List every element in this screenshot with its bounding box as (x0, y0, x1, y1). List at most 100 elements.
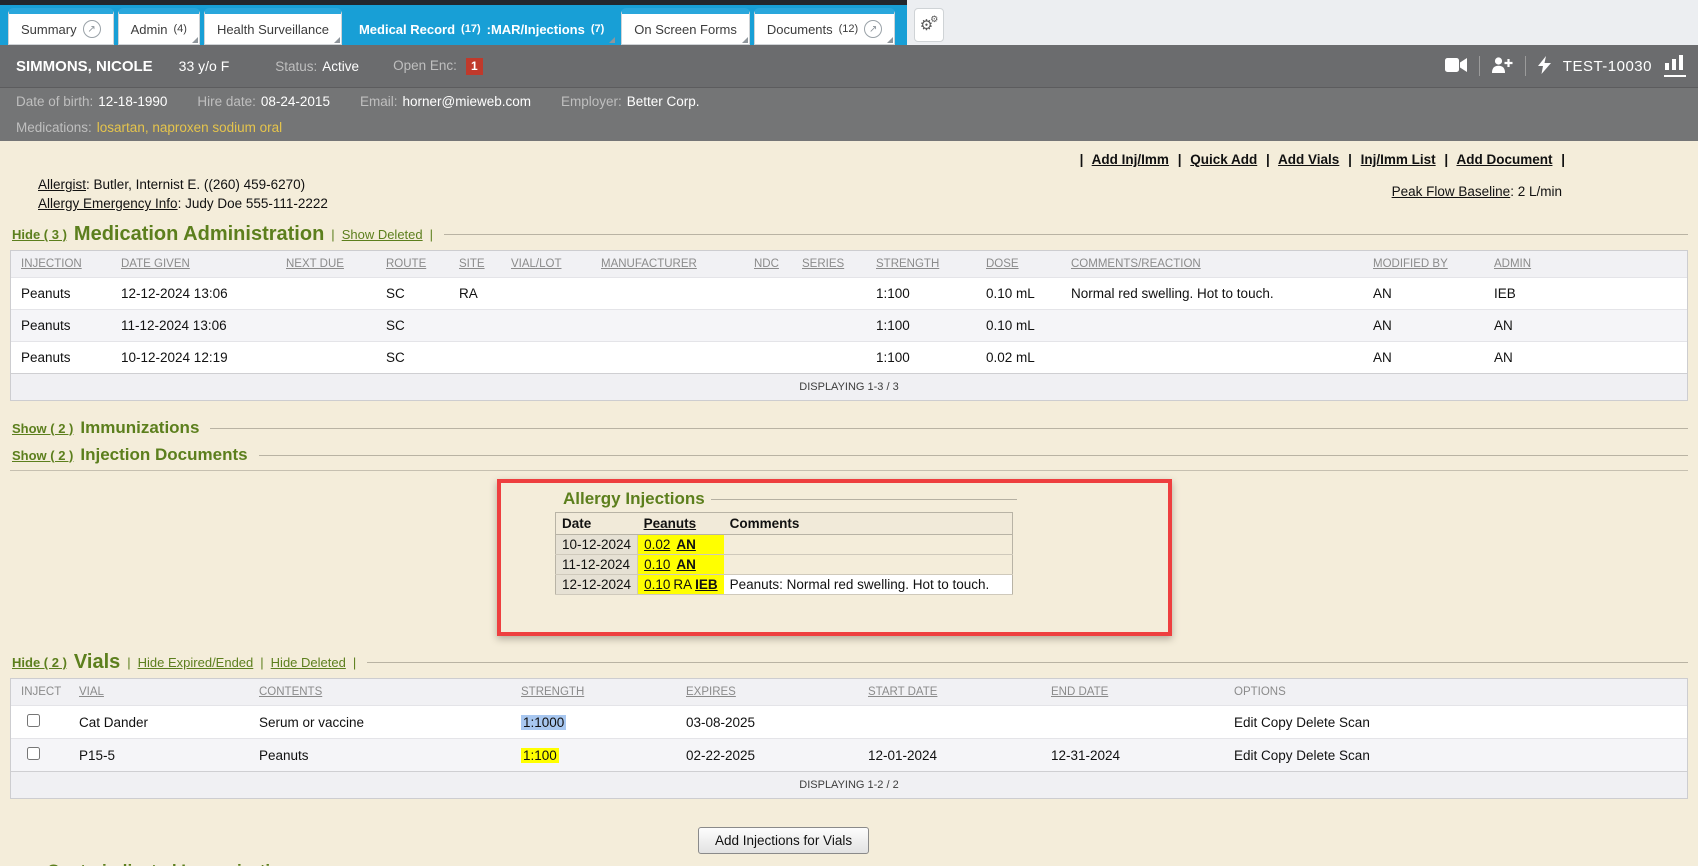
show-deleted-link[interactable]: Show Deleted (342, 227, 423, 242)
peak-flow-label[interactable]: Peak Flow Baseline (1392, 184, 1511, 199)
medications-label: Medications: (16, 120, 92, 135)
col-next-due[interactable]: NEXT DUE (276, 251, 376, 278)
popout-icon[interactable]: ↗ (864, 20, 882, 38)
hide-deleted-link[interactable]: Hide Deleted (271, 655, 346, 670)
quick-add-link[interactable]: Quick Add (1190, 152, 1257, 167)
med-admin-table: INJECTION DATE GIVEN NEXT DUE ROUTE SITE… (10, 250, 1688, 401)
allergy-injection-row: 10-12-2024 0.02AN (556, 535, 1013, 555)
hide-expired-ended-link[interactable]: Hide Expired/Ended (138, 655, 254, 670)
dob-value: 12-18-1990 (98, 94, 167, 109)
tab-documents[interactable]: Documents (12) ↗ (754, 8, 895, 45)
tab-medical-record-label: Medical Record (359, 22, 455, 37)
vial-options-links[interactable]: Edit Copy Delete Scan (1224, 706, 1687, 739)
gear-small-icon: ⚙ (930, 15, 938, 24)
video-camera-icon[interactable] (1445, 58, 1467, 75)
inject-checkbox[interactable] (27, 714, 40, 727)
add-person-icon[interactable] (1492, 57, 1513, 76)
inject-checkbox[interactable] (27, 747, 40, 760)
patient-id: TEST-10030 (1563, 58, 1652, 75)
popout-icon[interactable]: ↗ (83, 20, 101, 38)
patient-age-sex: 33 y/o F (179, 58, 230, 74)
employer-value: Better Corp. (627, 94, 700, 109)
peak-flow-value: 2 L/min (1518, 184, 1562, 199)
dose-link[interactable]: 0.10 (644, 577, 670, 592)
tab-health-surveillance[interactable]: Health Surveillance (204, 8, 342, 45)
vial-row: P15-5 Peanuts 1:100 02-22-2025 12-01-202… (11, 739, 1687, 772)
med-admin-header-row: INJECTION DATE GIVEN NEXT DUE ROUTE SITE… (11, 251, 1687, 278)
lightning-bolt-icon[interactable] (1538, 56, 1551, 77)
col-injection[interactable]: INJECTION (11, 251, 111, 278)
tab-admin[interactable]: Admin (4) (118, 8, 200, 45)
allergy-contact-info: Allergist: Butler, Internist E. ((260) 4… (38, 175, 328, 213)
add-vials-link[interactable]: Add Vials (1278, 152, 1339, 167)
tab-summary[interactable]: Summary ↗ (8, 8, 114, 45)
section-rule (711, 499, 1017, 500)
col-modified-by[interactable]: MODIFIED BY (1363, 251, 1484, 278)
col-site[interactable]: SITE (449, 251, 501, 278)
tab-on-screen-forms-label: On Screen Forms (634, 22, 737, 37)
col-peanuts[interactable]: Peanuts (638, 513, 724, 535)
col-dose[interactable]: DOSE (976, 251, 1061, 278)
dose-link[interactable]: 0.02 (644, 537, 670, 552)
tab-documents-label: Documents (767, 22, 833, 37)
chart-tab-bar: Summary ↗ Admin (4) Health Surveillance … (0, 0, 1698, 45)
col-strength[interactable]: STRENGTH (866, 251, 976, 278)
add-injections-for-vials-button[interactable]: Add Injections for Vials (698, 827, 869, 854)
table-row: Peanuts12-12-2024 13:06SCRA1:1000.10 mLN… (11, 278, 1687, 310)
flowsheet-chart-icon[interactable] (1664, 55, 1686, 77)
open-enc-label: Open Enc: (393, 58, 457, 73)
col-ndc[interactable]: NDC (744, 251, 792, 278)
col-comments[interactable]: COMMENTS/REACTION (1061, 251, 1363, 278)
col-end-date[interactable]: END DATE (1041, 679, 1224, 706)
strength-highlighted: 1:100 (521, 748, 559, 763)
tab-summary-label: Summary (21, 22, 77, 37)
allergist-value: Butler, Internist E. ((260) 459-6270) (94, 177, 306, 192)
tab-on-screen-forms[interactable]: On Screen Forms (621, 8, 750, 45)
tab-documents-count: (12) (839, 23, 859, 35)
vial-row: Cat Dander Serum or vaccine 1:1000 03-08… (11, 706, 1687, 739)
col-route[interactable]: ROUTE (376, 251, 449, 278)
inj-imm-list-link[interactable]: Inj/Imm List (1361, 152, 1436, 167)
allergy-injections-title: Allergy Injections (563, 489, 705, 509)
col-manufacturer[interactable]: MANUFACTURER (591, 251, 744, 278)
add-document-link[interactable]: Add Document (1456, 152, 1552, 167)
vial-options-links[interactable]: Edit Copy Delete Scan (1224, 739, 1687, 772)
dose-link[interactable]: 0.10 (644, 557, 670, 572)
vials-title: Vials (74, 651, 120, 674)
injection-documents-show-toggle[interactable]: Show ( 2 ) (12, 448, 73, 463)
col-vial[interactable]: VIAL (69, 679, 249, 706)
allergy-injections-panel: Allergy Injections Date Peanuts Comments… (555, 489, 1017, 595)
vials-hide-toggle[interactable]: Hide ( 2 ) (12, 655, 67, 670)
col-inject: INJECT (11, 679, 69, 706)
patient-name: SIMMONS, NICOLE (16, 58, 153, 75)
immunizations-section-header: Show ( 2 ) Immunizations (12, 418, 1688, 438)
open-encounter-badge[interactable]: 1 (466, 58, 483, 75)
col-date-given[interactable]: DATE GIVEN (111, 251, 276, 278)
col-vial-lot[interactable]: VIAL/LOT (501, 251, 591, 278)
vials-header-row: INJECT VIAL CONTENTS STRENGTH EXPIRES ST… (11, 679, 1687, 706)
status-label: Status: (275, 59, 317, 74)
tab-admin-label: Admin (131, 22, 168, 37)
col-strength[interactable]: STRENGTH (511, 679, 676, 706)
initials-link[interactable]: AN (676, 537, 696, 552)
tab-medical-record[interactable]: Medical Record(17):MAR/Injections(7) (346, 8, 617, 45)
contraindicated-section-header: Hide Contraindicated Immunizations (12, 861, 1688, 866)
divider (1479, 56, 1480, 76)
employer-label: Employer: (561, 94, 622, 109)
med-admin-hide-toggle[interactable]: Hide ( 3 ) (12, 227, 67, 242)
immunizations-show-toggle[interactable]: Show ( 2 ) (12, 421, 73, 436)
tab-admin-count: (4) (173, 23, 186, 35)
medications-list[interactable]: losartan, naproxen sodium oral (97, 120, 282, 135)
initials-link[interactable]: AN (676, 557, 696, 572)
col-admin[interactable]: ADMIN (1484, 251, 1687, 278)
section-rule (259, 455, 1688, 456)
col-date: Date (556, 513, 638, 535)
settings-button[interactable]: ⚙⚙ (914, 8, 944, 42)
initials-link[interactable]: IEB (695, 577, 718, 592)
col-expires[interactable]: EXPIRES (676, 679, 858, 706)
add-inj-imm-link[interactable]: Add Inj/Imm (1092, 152, 1169, 167)
col-contents[interactable]: CONTENTS (249, 679, 511, 706)
col-start-date[interactable]: START DATE (858, 679, 1041, 706)
col-series[interactable]: SERIES (792, 251, 866, 278)
email-value: horner@mieweb.com (402, 94, 531, 109)
